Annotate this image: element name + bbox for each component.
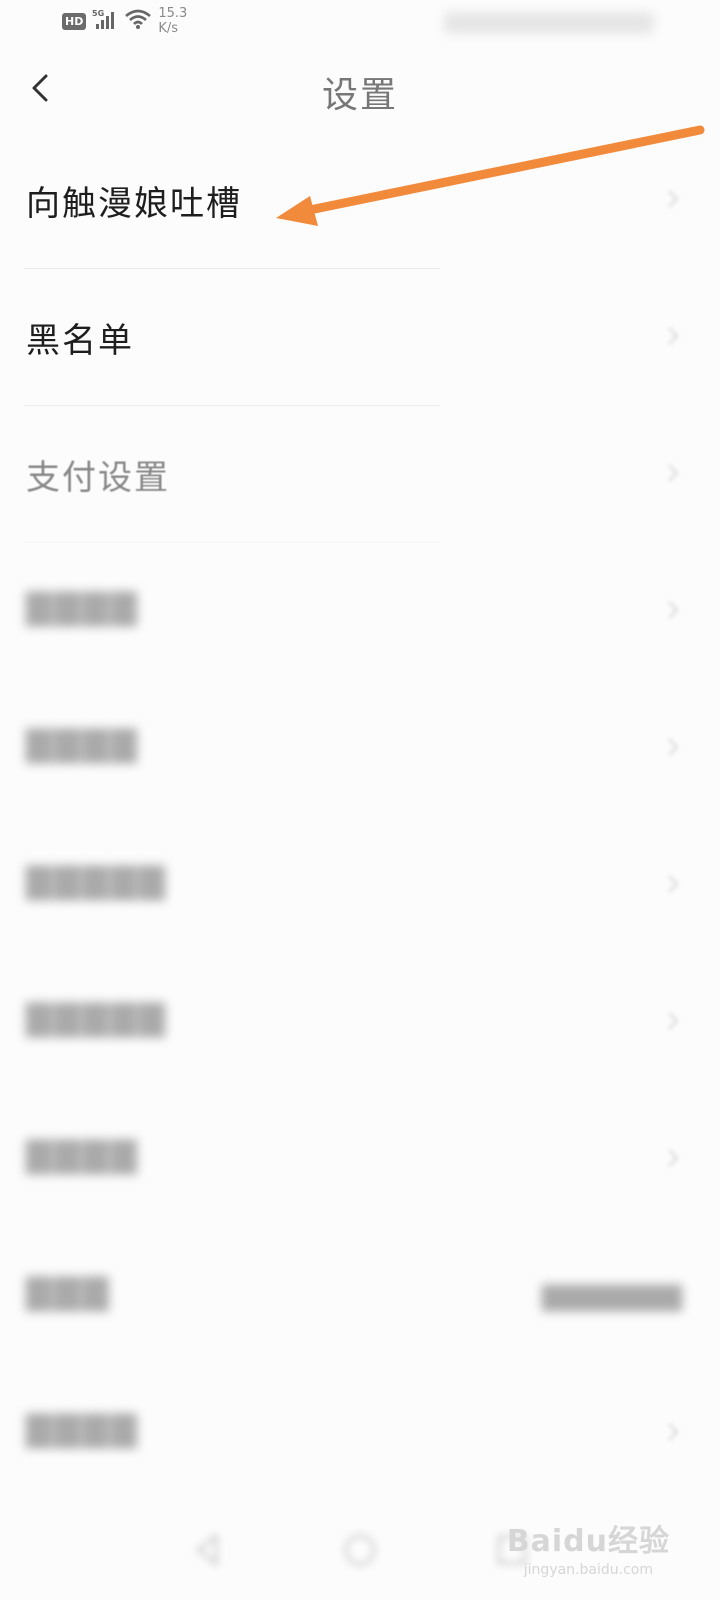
network-speed: 15.3 K/s	[158, 6, 187, 36]
blurred-label: ▇▇▇▇	[26, 1409, 139, 1449]
blurred-label: ▇▇▇▇	[26, 587, 139, 627]
blurred-label: ▇▇▇	[26, 1272, 111, 1312]
network-type: 5G	[92, 9, 104, 18]
blurred-label: ▇▇▇▇▇	[26, 998, 167, 1038]
settings-item-payment[interactable]: 支付设置	[0, 406, 720, 543]
speed-value: 15.3	[158, 6, 188, 21]
nav-back-icon[interactable]	[188, 1530, 228, 1570]
chevron-right-icon	[668, 738, 679, 756]
blurred-label: ▇▇▇▇	[26, 1135, 139, 1175]
blurred-label: ▇▇▇▇▇	[26, 861, 167, 901]
chevron-right-icon	[668, 190, 679, 208]
signal-icon: 5G	[92, 8, 118, 34]
watermark-url: jingyan.baidu.com	[523, 1562, 653, 1578]
settings-item-blurred[interactable]: ▇▇▇▇	[0, 1091, 720, 1228]
settings-item-blurred[interactable]: ▇▇▇▇	[0, 543, 720, 680]
settings-item-blurred[interactable]: ▇▇▇▇▇	[0, 954, 720, 1091]
settings-item-feedback[interactable]: 向触漫娘吐槽	[0, 132, 720, 269]
settings-item-blurred[interactable]: ▇▇▇▇	[0, 1365, 720, 1502]
settings-item-blurred[interactable]: ▇▇▇▇▇	[0, 817, 720, 954]
settings-item-label: 支付设置	[26, 458, 170, 498]
chevron-right-icon	[668, 464, 679, 482]
wifi-icon	[124, 8, 152, 34]
status-indicators: HD 5G 15.3 K/s	[62, 6, 187, 36]
settings-item-blurred[interactable]: ▇▇▇▇	[0, 680, 720, 817]
blurred-label: ▇▇▇▇	[26, 724, 139, 764]
speed-unit: K/s	[158, 21, 179, 36]
nav-home-icon[interactable]	[340, 1530, 380, 1570]
chevron-right-icon	[668, 1423, 679, 1441]
settings-item-label: 黑名单	[26, 321, 134, 361]
page-title: 设置	[321, 75, 398, 116]
chevron-right-icon	[668, 875, 679, 893]
baidu-watermark: Baidu经验 jingyan.baidu.com	[507, 1516, 670, 1578]
settings-item-blacklist[interactable]: 黑名单	[0, 269, 720, 406]
settings-item-label: 向触漫娘吐槽	[26, 184, 242, 224]
status-bar: HD 5G 15.3 K/s	[0, 0, 720, 48]
blurred-value: ▇▇▇▇▇▇▇	[542, 1282, 682, 1312]
hd-badge: HD	[62, 12, 87, 30]
chevron-right-icon	[668, 1012, 679, 1030]
status-right-blurred	[444, 12, 654, 34]
chevron-right-icon	[668, 1149, 679, 1167]
watermark-brand: Baidu经验	[506, 1524, 670, 1559]
settings-item-blurred[interactable]: ▇▇▇ ▇▇▇▇▇▇▇	[0, 1228, 720, 1365]
header: 设置	[0, 50, 720, 130]
chevron-right-icon	[668, 601, 679, 619]
chevron-right-icon	[668, 327, 679, 345]
settings-list: 向触漫娘吐槽 黑名单 支付设置 ▇▇▇▇ ▇▇▇▇ ▇▇▇▇▇ ▇▇▇▇▇ ▇▇…	[0, 132, 720, 1502]
